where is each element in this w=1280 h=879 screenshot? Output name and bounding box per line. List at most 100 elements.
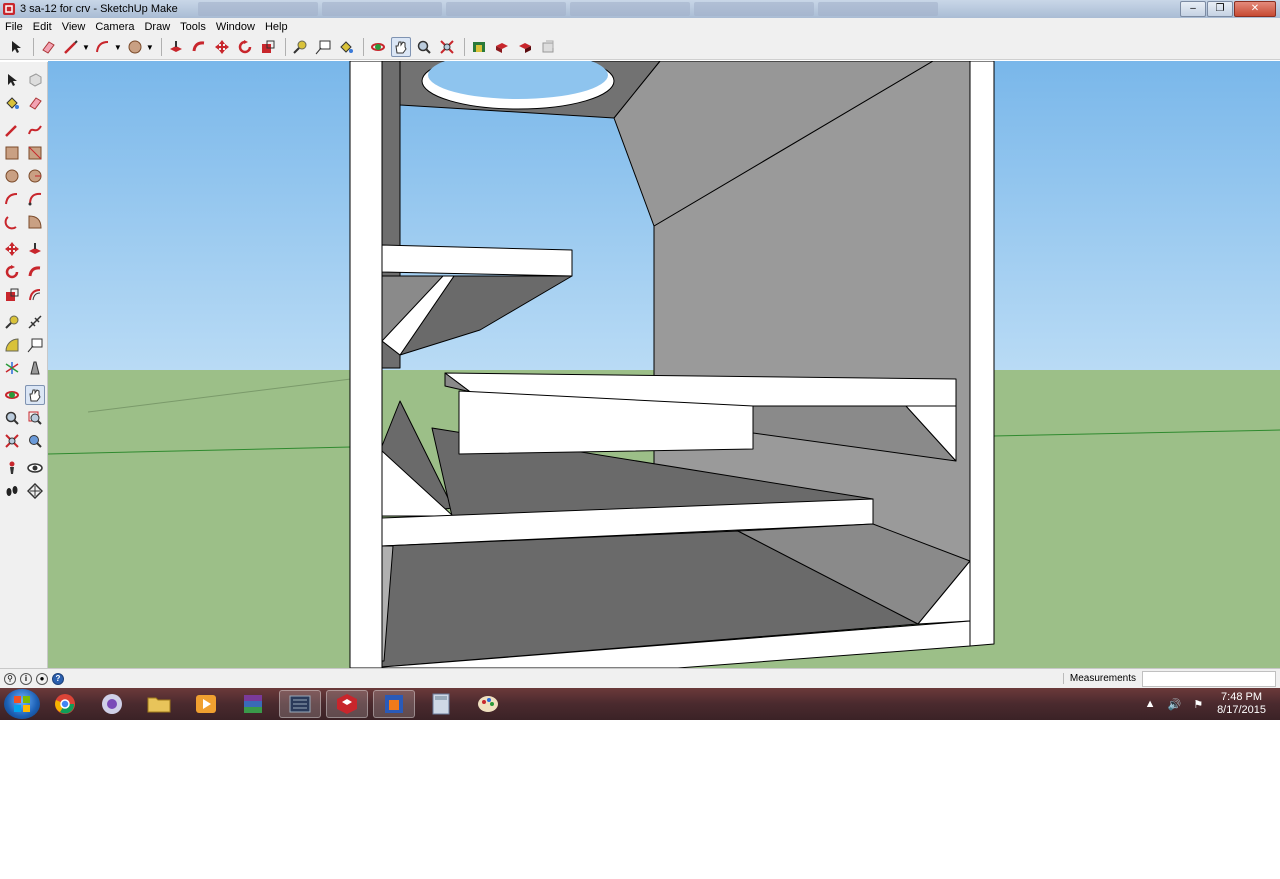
circle-tool[interactable] <box>125 37 145 57</box>
chevron-down-icon[interactable]: ▼ <box>82 43 90 52</box>
circle-tool[interactable] <box>2 166 22 186</box>
select-tool[interactable] <box>2 70 22 90</box>
eraser-tool[interactable] <box>38 37 58 57</box>
arc-tool[interactable] <box>93 37 113 57</box>
share-model-tool[interactable] <box>492 37 512 57</box>
background-tab[interactable] <box>197 2 318 16</box>
maximize-button[interactable]: ❐ <box>1207 1 1233 17</box>
zoom-tool[interactable] <box>2 408 22 428</box>
send-to-layout-tool[interactable] <box>538 37 558 57</box>
pencil-tool[interactable] <box>61 37 81 57</box>
menu-window[interactable]: Window <box>211 21 260 33</box>
menu-help[interactable]: Help <box>260 21 293 33</box>
background-tab[interactable] <box>321 2 442 16</box>
move-tool[interactable] <box>2 239 22 259</box>
taskbar-winrar[interactable] <box>232 690 274 718</box>
menu-tools[interactable]: Tools <box>175 21 211 33</box>
pie-tool[interactable] <box>25 212 45 232</box>
shelf-1-top[interactable] <box>381 244 573 277</box>
menu-draw[interactable]: Draw <box>139 21 175 33</box>
background-tab[interactable] <box>693 2 814 16</box>
taskbar-media-center[interactable] <box>91 690 133 718</box>
zoom-extents-tool[interactable] <box>437 37 457 57</box>
3d-model-canvas[interactable] <box>48 61 1280 668</box>
follow-me-tool[interactable] <box>189 37 209 57</box>
volume-icon[interactable]: 🔊 <box>1167 698 1181 711</box>
geo-location-icon[interactable]: ⚲ <box>4 672 16 685</box>
paint-bucket-tool[interactable] <box>2 93 22 113</box>
two-point-arc-tool[interactable] <box>25 189 45 209</box>
follow-me-tool[interactable] <box>25 262 45 282</box>
move-tool[interactable] <box>212 37 232 57</box>
taskbar-paint[interactable] <box>467 690 509 718</box>
action-center-flag-icon[interactable]: ⚑ <box>1193 698 1203 711</box>
scale-tool[interactable] <box>258 37 278 57</box>
background-tab[interactable] <box>445 2 566 16</box>
background-tab[interactable] <box>569 2 690 16</box>
menu-edit[interactable]: Edit <box>28 21 57 33</box>
menu-file[interactable]: File <box>0 21 28 33</box>
3d-warehouse-tool[interactable] <box>469 37 489 57</box>
previous-view-tool[interactable] <box>25 431 45 451</box>
help-icon[interactable]: ? <box>52 672 64 685</box>
scale-tool[interactable] <box>2 285 22 305</box>
tape-measure-tool[interactable] <box>2 312 22 332</box>
taskbar-media-player[interactable] <box>185 690 227 718</box>
offset-tool[interactable] <box>25 285 45 305</box>
text-tool[interactable] <box>25 335 45 355</box>
pan-tool[interactable] <box>25 384 46 405</box>
taskbar-calculator[interactable] <box>420 690 462 718</box>
freehand-tool[interactable] <box>25 120 45 140</box>
make-component-tool[interactable] <box>25 70 45 90</box>
menu-view[interactable]: View <box>57 21 91 33</box>
3d-text-tool[interactable] <box>25 358 45 378</box>
push-pull-tool[interactable] <box>25 239 45 259</box>
rotated-rectangle-tool[interactable] <box>25 143 45 163</box>
text-tool[interactable] <box>313 37 333 57</box>
left-front-post[interactable] <box>349 61 383 668</box>
chevron-down-icon[interactable]: ▼ <box>114 43 122 52</box>
orbit-tool[interactable] <box>368 37 388 57</box>
menu-camera[interactable]: Camera <box>90 21 139 33</box>
chevron-down-icon[interactable]: ▼ <box>146 43 154 52</box>
eraser-tool[interactable] <box>25 93 45 113</box>
three-point-arc-tool[interactable] <box>2 212 22 232</box>
model-viewport[interactable] <box>48 61 1280 668</box>
axes-tool[interactable] <box>2 358 22 378</box>
taskbar-sketchup[interactable] <box>326 690 368 718</box>
background-tab[interactable] <box>817 2 938 16</box>
look-around-tool[interactable] <box>25 458 45 478</box>
show-hidden-icons-icon[interactable]: ▲ <box>1145 698 1156 710</box>
polygon-tool[interactable] <box>25 166 45 186</box>
rotate-tool[interactable] <box>235 37 255 57</box>
walk-tool[interactable] <box>2 481 22 501</box>
close-button[interactable]: ✕ <box>1234 1 1276 17</box>
right-front-post[interactable] <box>969 61 995 647</box>
zoom-tool[interactable] <box>414 37 434 57</box>
position-camera-tool[interactable] <box>2 458 22 478</box>
pan-tool[interactable] <box>390 37 411 57</box>
rotate-tool[interactable] <box>2 262 22 282</box>
extension-warehouse-tool[interactable] <box>515 37 535 57</box>
credits-icon[interactable]: i <box>20 672 32 685</box>
dimension-tool[interactable] <box>25 312 45 332</box>
orbit-tool[interactable] <box>2 385 22 405</box>
tape-measure-tool[interactable] <box>290 37 310 57</box>
measurements-input[interactable] <box>1142 670 1276 687</box>
minimize-button[interactable]: – <box>1180 1 1206 17</box>
clock[interactable]: 7:48 PM 8/17/2015 <box>1217 691 1266 717</box>
paint-bucket-tool[interactable] <box>336 37 356 57</box>
zoom-extents-tool[interactable] <box>2 431 22 451</box>
taskbar-explorer[interactable] <box>138 690 180 718</box>
section-plane-tool[interactable] <box>25 481 45 501</box>
taskbar-chrome[interactable] <box>44 690 86 718</box>
zoom-window-tool[interactable] <box>25 408 45 428</box>
start-button[interactable] <box>4 689 40 719</box>
user-account-icon[interactable]: ● <box>36 672 48 685</box>
rectangle-tool[interactable] <box>2 143 22 163</box>
push-pull-tool[interactable] <box>166 37 186 57</box>
select-tool[interactable] <box>6 37 26 57</box>
arc-tool[interactable] <box>2 189 22 209</box>
line-tool[interactable] <box>2 120 22 140</box>
protractor-tool[interactable] <box>2 335 22 355</box>
